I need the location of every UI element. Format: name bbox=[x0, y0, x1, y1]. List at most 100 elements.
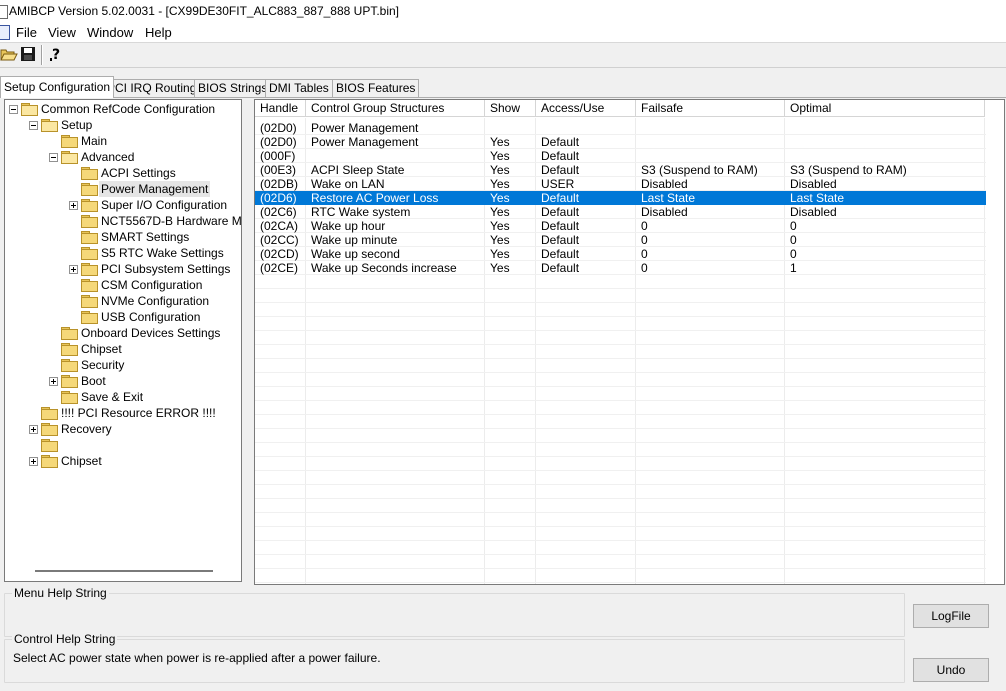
tree-item[interactable]: Setup bbox=[5, 117, 241, 133]
tree-item[interactable]: CSM Configuration bbox=[5, 277, 241, 293]
svg-text:?: ? bbox=[52, 47, 60, 63]
help-icon[interactable]: ? bbox=[47, 45, 65, 63]
tree-item[interactable]: Recovery bbox=[5, 421, 241, 437]
tab-setup-configuration[interactable]: Setup Configuration bbox=[0, 76, 115, 98]
tree-item[interactable]: NVMe Configuration bbox=[5, 293, 241, 309]
tree-item-label: Advanced bbox=[81, 150, 135, 164]
collapse-icon[interactable] bbox=[49, 153, 58, 162]
logfile-button[interactable]: LogFile bbox=[913, 604, 989, 628]
table-cell: 0 bbox=[641, 247, 648, 261]
setup-tree[interactable]: Common RefCode Configuration Setup Main Adv… bbox=[4, 99, 242, 582]
tree-item[interactable]: Onboard Devices Settings bbox=[5, 325, 241, 341]
tree-item-label: S5 RTC Wake Settings bbox=[101, 246, 224, 260]
tree-item[interactable]: Save & Exit bbox=[5, 389, 241, 405]
table-row[interactable]: (02D0) Power Management Yes Default bbox=[255, 135, 986, 149]
table-row[interactable]: (02CE) Wake up Seconds increase Yes Default… bbox=[255, 261, 986, 275]
column-header[interactable]: Optimal bbox=[785, 100, 985, 117]
table-row[interactable]: (02D6) Restore AC Power Loss Yes Default Las… bbox=[255, 191, 986, 205]
folder-icon bbox=[41, 407, 58, 420]
tab-bios-strings[interactable]: BIOS Strings bbox=[194, 79, 272, 97]
table-cell: Yes bbox=[490, 191, 510, 205]
folder-icon bbox=[61, 343, 78, 356]
table-cell: (02CD) bbox=[260, 247, 299, 261]
table-cell: Power Management bbox=[311, 135, 419, 149]
column-header[interactable]: Control Group Structures bbox=[306, 100, 485, 117]
table-cell: 0 bbox=[641, 219, 648, 233]
tree-item[interactable]: ACPI Settings bbox=[5, 165, 241, 181]
table-cell: (02D6) bbox=[260, 191, 297, 205]
tree-item[interactable]: Power Management bbox=[5, 181, 241, 197]
tree-item[interactable]: Boot bbox=[5, 373, 241, 389]
table-cell: (02D0) bbox=[260, 135, 297, 149]
table-row[interactable]: (02C6) RTC Wake system Yes Default Disabled D… bbox=[255, 205, 986, 219]
folder-icon bbox=[41, 455, 58, 468]
save-icon[interactable] bbox=[19, 45, 37, 63]
expand-icon[interactable] bbox=[29, 425, 38, 434]
tree-item-label: Super I/O Configuration bbox=[101, 198, 228, 212]
column-header[interactable]: Failsafe bbox=[636, 100, 785, 117]
table-cell: Yes bbox=[490, 205, 510, 219]
tree-item[interactable]: Super I/O Configuration bbox=[5, 197, 241, 213]
tree-item[interactable]: NCT5567D-B Hardware Mon bbox=[5, 213, 241, 229]
tree-horizontal-scrollbar[interactable] bbox=[35, 570, 213, 572]
tree-item[interactable]: SMART Settings bbox=[5, 229, 241, 245]
folder-icon bbox=[81, 215, 98, 228]
tree-item[interactable]: Security bbox=[5, 357, 241, 373]
table-cell: Default bbox=[541, 205, 580, 219]
table-cell: 0 bbox=[790, 219, 797, 233]
tree-item-label: Main bbox=[81, 134, 108, 148]
table-cell: Last State bbox=[641, 191, 696, 205]
collapse-icon[interactable] bbox=[29, 121, 38, 130]
grid-row-line bbox=[255, 526, 986, 527]
table-row[interactable]: (000F) Yes Default bbox=[255, 149, 986, 163]
table-cell: Default bbox=[541, 219, 580, 233]
table-cell: Last State bbox=[790, 191, 845, 205]
menu-help[interactable]: Help bbox=[145, 25, 172, 40]
undo-button[interactable]: Undo bbox=[913, 658, 989, 682]
grid-row-line bbox=[255, 400, 986, 401]
document-icon[interactable] bbox=[0, 25, 10, 40]
tab-dmi-tables[interactable]: DMI Tables bbox=[265, 79, 333, 97]
tree-item[interactable]: S5 RTC Wake Settings bbox=[5, 245, 241, 261]
expand-icon[interactable] bbox=[69, 201, 78, 210]
tree-item[interactable]: Chipset bbox=[5, 341, 241, 357]
expand-icon[interactable] bbox=[29, 457, 38, 466]
control-grid[interactable]: Handle Control Group Structures Show Access… bbox=[254, 99, 1005, 585]
column-header[interactable]: Access/Use bbox=[536, 100, 636, 117]
tree-item[interactable]: !!!! PCI Resource ERROR !!!! bbox=[5, 405, 241, 421]
menu-bar: File View Window Help bbox=[0, 22, 1006, 43]
table-cell: Yes bbox=[490, 135, 510, 149]
expand-icon[interactable] bbox=[49, 377, 58, 386]
folder-icon bbox=[61, 135, 78, 148]
tree-item-label: USB Configuration bbox=[101, 310, 201, 324]
expand-icon[interactable] bbox=[69, 265, 78, 274]
tree-item[interactable] bbox=[5, 437, 241, 453]
menu-view[interactable]: View bbox=[48, 25, 76, 40]
tree-item[interactable]: Advanced bbox=[5, 149, 241, 165]
tab-pci-irq-routing[interactable]: PCI IRQ Routing bbox=[103, 79, 201, 97]
tree-item[interactable]: PCI Subsystem Settings bbox=[5, 261, 241, 277]
tree-item[interactable]: Chipset bbox=[5, 453, 241, 469]
tab-bios-features[interactable]: BIOS Features bbox=[332, 79, 420, 97]
open-folder-icon[interactable] bbox=[0, 45, 18, 63]
folder-icon bbox=[41, 119, 58, 132]
table-cell: Disabled bbox=[790, 205, 837, 219]
column-header[interactable]: Show bbox=[485, 100, 536, 117]
tree-item[interactable]: Common RefCode Configuration bbox=[5, 101, 241, 117]
tree-item[interactable]: USB Configuration bbox=[5, 309, 241, 325]
column-header[interactable]: Handle bbox=[255, 100, 306, 117]
menu-window[interactable]: Window bbox=[87, 25, 133, 40]
table-cell: Wake up Seconds increase bbox=[311, 261, 457, 275]
table-row[interactable]: (02DB) Wake on LAN Yes USER Disabled Disabled bbox=[255, 177, 986, 191]
table-row[interactable]: (02D0) Power Management bbox=[255, 121, 986, 135]
table-row[interactable]: (00E3) ACPI Sleep State Yes Default S3 (Susp… bbox=[255, 163, 986, 177]
collapse-icon[interactable] bbox=[9, 105, 18, 114]
title-bar: AMIBCP Version 5.02.0031 - [CX99DE30FIT_… bbox=[0, 0, 1006, 22]
table-row[interactable]: (02CC) Wake up minute Yes Default 0 0 bbox=[255, 233, 986, 247]
tree-item[interactable]: Main bbox=[5, 133, 241, 149]
menu-file[interactable]: File bbox=[16, 25, 37, 40]
table-cell: Yes bbox=[490, 219, 510, 233]
table-cell: Restore AC Power Loss bbox=[311, 191, 439, 205]
table-row[interactable]: (02CA) Wake up hour Yes Default 0 0 bbox=[255, 219, 986, 233]
table-row[interactable]: (02CD) Wake up second Yes Default 0 0 bbox=[255, 247, 986, 261]
